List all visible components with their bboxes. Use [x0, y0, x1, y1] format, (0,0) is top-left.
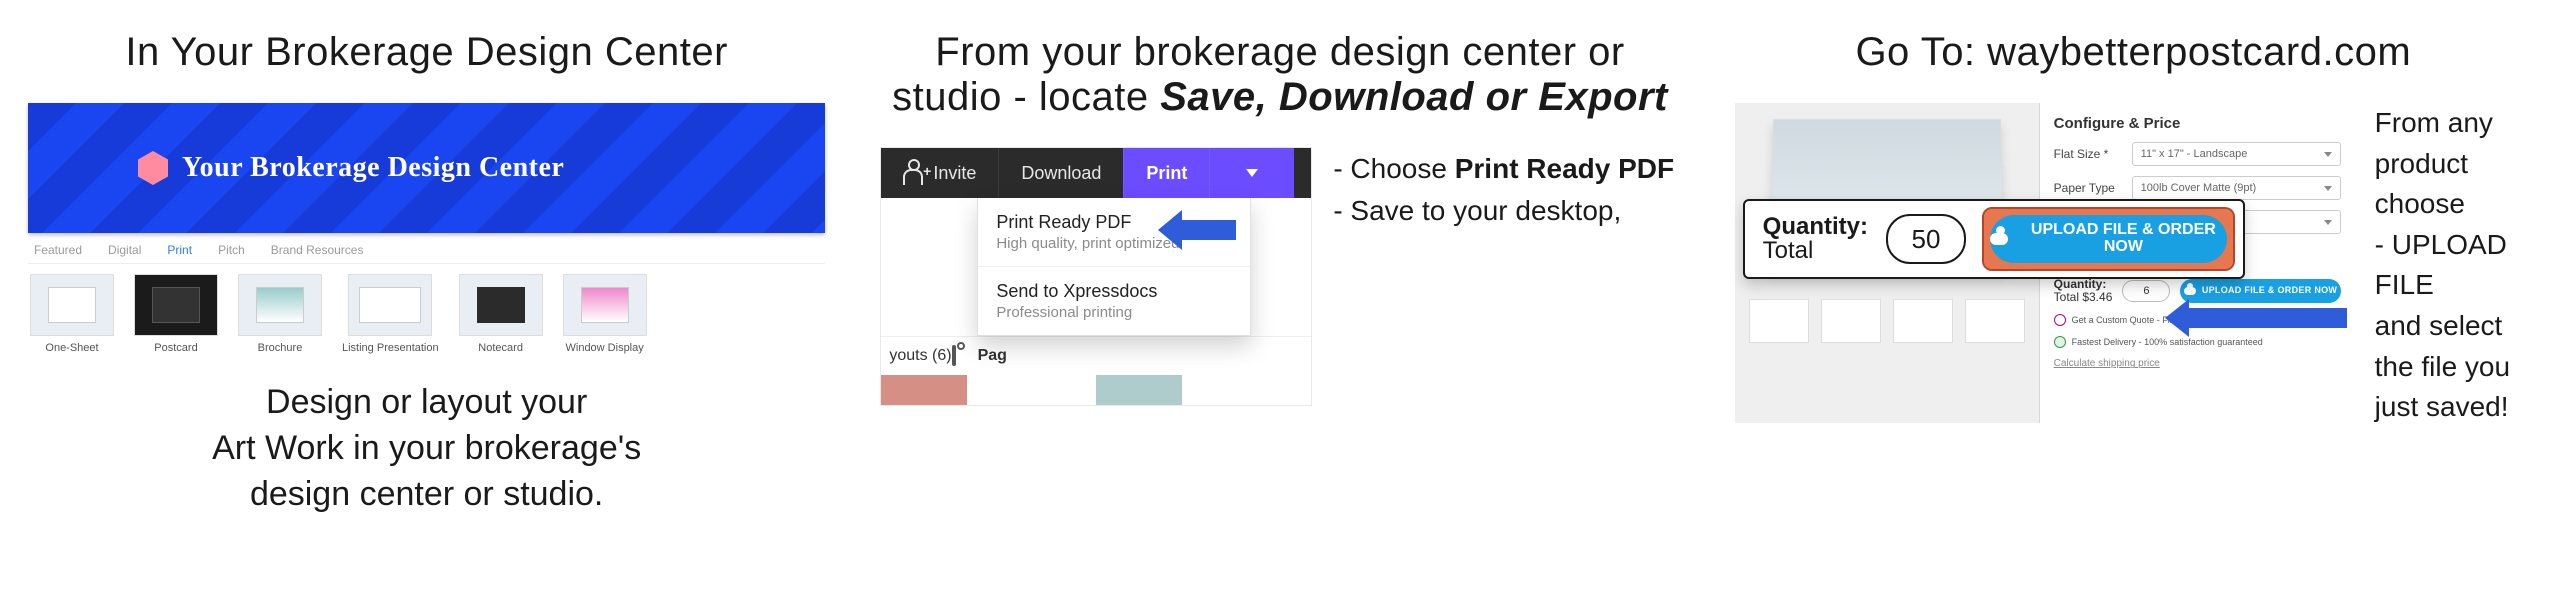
- pin-icon: [952, 345, 956, 366]
- editor-toolbar: Invite Download Print: [881, 148, 1311, 198]
- thumb-brochure[interactable]: Brochure: [238, 274, 322, 354]
- cloud-upload-icon: [2184, 287, 2196, 295]
- cloud-upload-icon: [1990, 233, 2008, 245]
- print-dropdown-menu: Print Ready PDF High quality, print opti…: [977, 198, 1251, 336]
- tab-brand-resources[interactable]: Brand Resources: [271, 243, 364, 257]
- step-1-heading: In Your Brokerage Design Center: [28, 30, 825, 75]
- thumb-listing[interactable]: Listing Presentation: [342, 274, 439, 354]
- preview-thumb[interactable]: [1821, 299, 1881, 343]
- upload-file-button-large[interactable]: UPLOAD FILE & ORDER NOW: [1984, 209, 2233, 269]
- flat-size-row: Flat Size * 11" x 17" - Landscape: [2054, 142, 2341, 166]
- quantity-label: Quantity: Total $3.46: [2054, 278, 2113, 304]
- preview-thumb[interactable]: [1965, 299, 2025, 343]
- target-icon: [2054, 314, 2066, 326]
- upload-file-button-small[interactable]: UPLOAD FILE & ORDER NOW: [2180, 279, 2340, 303]
- page-label-fragment: Pag: [978, 347, 1007, 365]
- design-center-tabs: Featured Digital Print Pitch Brand Resou…: [28, 233, 825, 264]
- quantity-row: Quantity: Total $3.46 6 UPLOAD FILE & OR…: [2054, 278, 2341, 304]
- step-3: Go To: waybetterpostcard.com: [1735, 30, 2532, 579]
- callout-qty-label: Quantity: Total: [1763, 215, 1868, 263]
- thumb-one-sheet[interactable]: One-Sheet: [30, 274, 114, 354]
- configure-title: Configure & Price: [2054, 115, 2341, 132]
- wbp-screenshot: Configure & Price Flat Size * 11" x 17" …: [1735, 103, 2355, 423]
- tab-digital[interactable]: Digital: [108, 243, 141, 257]
- step-2: From your brokerage design center or stu…: [881, 30, 1678, 579]
- arrow-left-icon: [1180, 220, 1236, 240]
- design-center-banner: Your Brokerage Design Center: [28, 103, 825, 233]
- menu-send-xpressdocs[interactable]: Send to Xpressdocs Professional printing: [978, 267, 1250, 335]
- step-1-caption: Design or layout your Art Work in your b…: [28, 380, 825, 518]
- flat-size-label: Flat Size *: [2054, 147, 2124, 161]
- thumb-postcard[interactable]: Postcard: [134, 274, 218, 354]
- print-dropdown-toggle[interactable]: [1209, 148, 1294, 198]
- check-shield-icon: [2054, 336, 2066, 348]
- step-2-notes: - Choose Print Ready PDF - Save to your …: [1333, 148, 1674, 232]
- layouts-label[interactable]: youts (6): [889, 347, 955, 365]
- preview-thumb[interactable]: [1893, 299, 1953, 343]
- invite-button[interactable]: Invite: [881, 148, 998, 198]
- design-center-screenshot: Your Brokerage Design Center Featured Di…: [28, 103, 825, 354]
- chevron-down-icon: [1246, 169, 1258, 177]
- preview-thumbnails: [1749, 299, 2025, 343]
- step-1: In Your Brokerage Design Center Your Bro…: [28, 30, 825, 579]
- flat-size-select[interactable]: 11" x 17" - Landscape: [2132, 142, 2341, 166]
- paper-type-select[interactable]: 100lb Cover Matte (9pt): [2132, 176, 2341, 200]
- user-plus-icon: [903, 169, 923, 185]
- tab-featured[interactable]: Featured: [34, 243, 82, 257]
- step-3-heading: Go To: waybetterpostcard.com: [1735, 30, 2532, 75]
- page-thumbnail-strip: [881, 375, 1311, 405]
- paper-type-label: Paper Type: [2054, 181, 2124, 195]
- download-button[interactable]: Download: [998, 148, 1123, 198]
- callout-qty-value[interactable]: 50: [1886, 214, 1966, 264]
- delivery-note: Fastest Delivery - 100% satisfaction gua…: [2054, 336, 2341, 348]
- tab-pitch[interactable]: Pitch: [218, 243, 245, 257]
- editor-screenshot: Invite Download Print Print Ready: [881, 148, 1311, 405]
- tab-print[interactable]: Print: [167, 243, 192, 257]
- thumb-window[interactable]: Window Display: [563, 274, 647, 354]
- quantity-stepper[interactable]: 6: [2122, 280, 2170, 302]
- hexagon-logo-icon: [138, 151, 168, 185]
- arrow-left-icon: [2187, 308, 2347, 328]
- preview-thumb[interactable]: [1749, 299, 1809, 343]
- calc-shipping-link[interactable]: Calculate shipping price: [2054, 358, 2341, 369]
- thumb-notecard[interactable]: Notecard: [459, 274, 543, 354]
- banner-title: Your Brokerage Design Center: [182, 152, 564, 184]
- template-thumbnails: One-Sheet Postcard Brochure Listing Pres…: [28, 264, 825, 354]
- step-2-heading: From your brokerage design center or stu…: [881, 30, 1678, 120]
- print-button[interactable]: Print: [1123, 148, 1209, 198]
- paper-type-row: Paper Type 100lb Cover Matte (9pt): [2054, 176, 2341, 200]
- upload-callout: Quantity: Total 50 UPLOAD FILE & ORDER N…: [1743, 199, 2245, 279]
- editor-secondary-bar: youts (6) Pag: [881, 336, 1311, 375]
- step-3-notes: From any product choose - UPLOAD FILE an…: [2375, 103, 2532, 428]
